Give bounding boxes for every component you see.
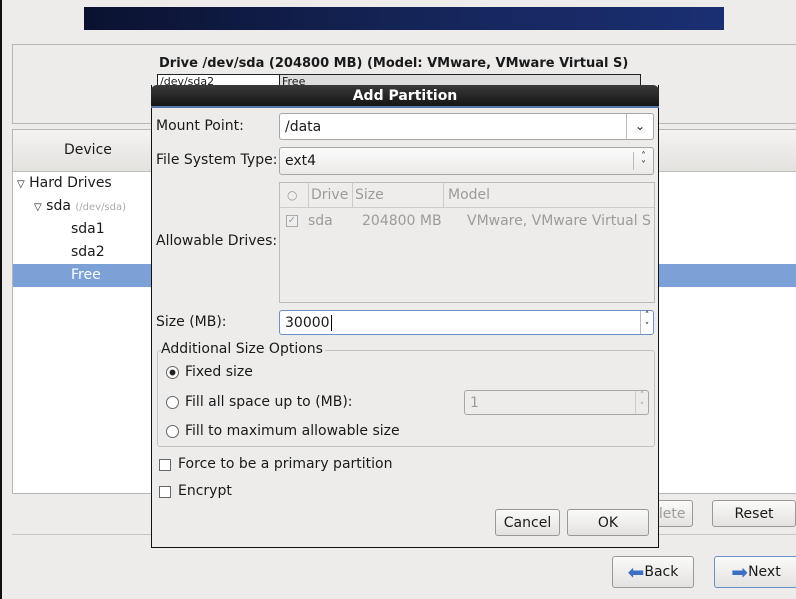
- fill-up-to-input[interactable]: 1 ˄ ˅: [464, 390, 649, 415]
- allowable-drives-label: Allowable Drives:: [156, 233, 278, 249]
- size-value: 30000: [285, 314, 330, 331]
- tree-sublabel: (/dev/sda): [75, 202, 127, 213]
- chevron-down-icon[interactable]: ⌄: [626, 114, 653, 139]
- encrypt-checkbox[interactable]: [159, 486, 171, 498]
- select-all-icon: ○: [287, 188, 298, 202]
- cancel-button[interactable]: Cancel: [495, 509, 560, 536]
- tree-label: sda: [46, 198, 71, 214]
- column-drive[interactable]: Drive: [308, 183, 348, 208]
- drive-size: 204800 MB: [362, 213, 442, 229]
- fs-type-value: ext4: [285, 153, 317, 169]
- arrow-right-icon: ➡: [731, 560, 749, 584]
- size-options-legend: Additional Size Options: [161, 341, 325, 357]
- drive-name: sda: [308, 213, 333, 229]
- ok-button[interactable]: OK: [567, 509, 649, 536]
- size-options-group: Additional Size Options Fixed size Fill …: [157, 341, 655, 447]
- column-model[interactable]: Model: [443, 183, 490, 208]
- encrypt-label: Encrypt: [178, 483, 232, 499]
- mount-point-value: /data: [285, 118, 322, 135]
- tree-label: Hard Drives: [29, 175, 112, 191]
- updown-icon: ˄ ˅: [633, 152, 653, 171]
- column-device[interactable]: Device: [64, 142, 112, 158]
- primary-partition-label: Force to be a primary partition: [178, 456, 393, 472]
- back-button[interactable]: ⬅ Back: [612, 556, 694, 588]
- column-size[interactable]: Size: [352, 183, 384, 208]
- arrow-left-icon: ⬅: [627, 560, 645, 584]
- dialog-title: Add Partition: [151, 85, 659, 108]
- fill-up-to-value: 1: [470, 394, 479, 411]
- radio-fill-maximum[interactable]: [166, 425, 179, 438]
- fill-maximum-label: Fill to maximum allowable size: [185, 423, 400, 439]
- fs-type-label: File System Type:: [156, 152, 278, 168]
- mount-point-label: Mount Point:: [156, 118, 244, 134]
- next-label: Next: [748, 564, 781, 580]
- drive-title: Drive /dev/sda (204800 MB) (Model: VMwar…: [159, 56, 629, 71]
- drive-checkbox[interactable]: ✓: [286, 215, 298, 227]
- size-input[interactable]: 30000 ˄ ˅: [279, 310, 654, 335]
- drive-row[interactable]: ✓ sda 204800 MB VMware, VMware Virtual S: [280, 209, 654, 233]
- drive-model: VMware, VMware Virtual S: [467, 213, 651, 229]
- add-partition-dialog: Add Partition Mount Point: /data ⌄ File …: [151, 85, 659, 548]
- fixed-size-label: Fixed size: [185, 364, 253, 380]
- size-spinner[interactable]: ˄ ˅: [640, 311, 653, 334]
- radio-fixed-size[interactable]: [166, 366, 179, 379]
- fs-type-select[interactable]: ext4 ˄ ˅: [279, 147, 654, 175]
- mount-point-combo[interactable]: /data ⌄: [279, 113, 654, 140]
- header-banner: [84, 7, 724, 30]
- fill-up-to-label: Fill all space up to (MB):: [185, 394, 353, 410]
- back-label: Back: [644, 564, 679, 580]
- primary-partition-checkbox[interactable]: [159, 459, 171, 471]
- drives-list: ○ Drive Size Model ✓ sda 204800 MB VMwar…: [279, 182, 655, 303]
- size-label: Size (MB):: [156, 314, 227, 330]
- radio-fill-up-to[interactable]: [166, 396, 179, 409]
- next-button[interactable]: ➡ Next: [714, 556, 796, 588]
- fill-spinner[interactable]: ˄ ˅: [635, 391, 648, 414]
- reset-button[interactable]: Reset: [712, 500, 796, 527]
